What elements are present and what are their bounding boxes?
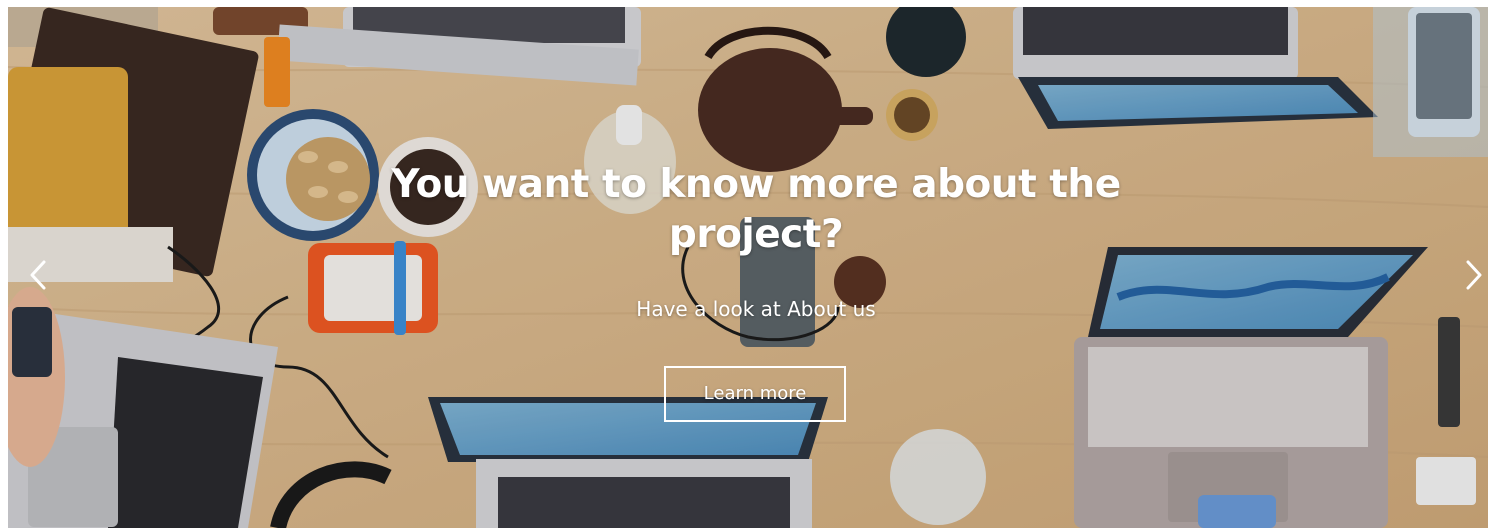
hero-subtitle: Have a look at About us xyxy=(636,297,876,321)
learn-more-button[interactable]: Learn more xyxy=(664,366,846,422)
chevron-left-icon xyxy=(30,260,46,290)
hero-content: You want to know more about the project?… xyxy=(0,0,1488,528)
carousel-next-button[interactable] xyxy=(1458,256,1488,294)
hero-slider: You want to know more about the project?… xyxy=(0,0,1488,528)
hero-title: You want to know more about the project? xyxy=(391,162,1121,257)
carousel-prev-button[interactable] xyxy=(24,256,54,294)
chevron-right-icon xyxy=(1466,260,1482,290)
